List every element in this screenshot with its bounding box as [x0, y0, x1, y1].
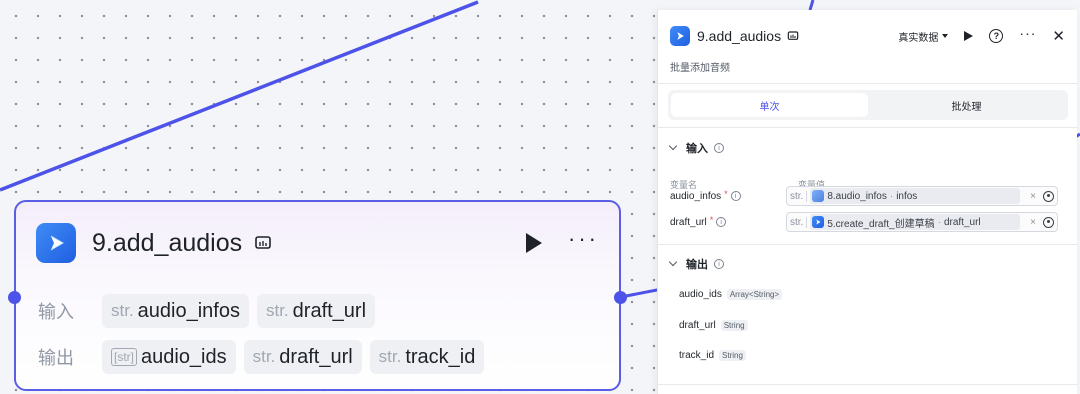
divider [658, 127, 1077, 128]
input-field-row: audio_infos * i str. 8.audio_infos · info… [670, 186, 1058, 206]
outputs-label: 输出 [38, 348, 74, 368]
info-icon: i [730, 191, 741, 201]
close-icon[interactable]: ✕ [1052, 27, 1065, 45]
data-mode-label: 真实数据 [898, 32, 939, 44]
ref-var: draft_url [943, 216, 981, 228]
node-outputs-row: 输出 [str] audio_ids str. draft_url str. t… [38, 340, 485, 374]
test-tube-icon [255, 236, 271, 249]
output-section-title: 输出 [686, 259, 708, 271]
ref-separator: · [937, 216, 941, 228]
play-logo-icon [36, 223, 76, 263]
output-section-header[interactable]: 输出 i [668, 256, 724, 272]
chip-type: str. [378, 347, 402, 366]
chip-name: audio_ids [141, 345, 227, 368]
caret-down-icon [942, 34, 949, 38]
output-port[interactable] [614, 291, 627, 304]
output-field-row: track_id String [679, 350, 746, 361]
chip-type: str. [111, 301, 134, 320]
incoming-connection-line [0, 0, 479, 192]
chip-name: track_id [405, 345, 476, 368]
output-field-row: audio_ids Array<String> [679, 289, 783, 300]
output-type-badge: String [719, 350, 746, 361]
run-icon[interactable] [964, 31, 974, 41]
target-icon[interactable] [1043, 190, 1054, 202]
tab-batch[interactable]: 批处理 [868, 93, 1065, 117]
test-tube-icon [787, 31, 799, 40]
chip-name: draft_url [292, 299, 367, 322]
input-chip: str. draft_url [256, 294, 376, 328]
chip-type: [str] [111, 348, 137, 366]
help-icon[interactable]: ? [989, 29, 1004, 43]
variable-reference[interactable]: 5.create_draft_创建草稿 · draft_url [810, 214, 1021, 230]
chevron-down-icon [668, 257, 678, 267]
inputs-label: 输入 [38, 302, 74, 322]
node-detail-panel: 9.add_audios 真实数据 ? ··· ✕ 批量添加音频 单次 批处理 … [657, 10, 1077, 394]
data-mode-dropdown[interactable]: 真实数据 [898, 29, 949, 44]
clear-icon[interactable]: × [1030, 217, 1036, 228]
output-name: draft_url [679, 320, 716, 331]
input-port[interactable] [8, 291, 21, 304]
reference-value-field[interactable]: str. 5.create_draft_创建草稿 · draft_url × [786, 212, 1058, 232]
play-logo-icon [670, 26, 690, 46]
ref-node: 8.audio_infos [827, 190, 887, 202]
chevron-down-icon [668, 141, 678, 151]
field-label: audio_infos * i [670, 189, 786, 202]
divider [658, 244, 1077, 245]
workflow-node-add-audios[interactable]: 9.add_audios ··· 输入 str. audio_infos str… [8, 200, 627, 391]
reference-value-field[interactable]: str. 8.audio_infos · infos × [786, 186, 1058, 206]
output-field-row: draft_url String [679, 320, 748, 331]
chip-name: audio_infos [137, 299, 240, 322]
panel-title: 9.add_audios [697, 28, 782, 44]
node-inputs-row: 输入 str. audio_infos str. draft_url [38, 294, 376, 328]
field-name: draft_url [670, 216, 707, 228]
play-icon[interactable] [526, 233, 543, 253]
play-logo-icon [812, 216, 825, 228]
type-label: str. [790, 190, 808, 202]
panel-header: 9.add_audios 真实数据 ? ··· ✕ [670, 24, 1065, 48]
divider [658, 83, 1077, 84]
info-icon: i [716, 217, 727, 227]
required-mark: * [709, 215, 714, 225]
target-icon[interactable] [1043, 216, 1054, 228]
field-label: draft_url * i [670, 215, 786, 228]
image-node-icon [812, 190, 825, 202]
more-icon[interactable]: ··· [1019, 25, 1036, 41]
node-header: 9.add_audios ··· [36, 222, 599, 264]
input-section-title: 输入 [686, 143, 708, 155]
info-icon: i [714, 143, 724, 153]
run-mode-tabs: 单次 批处理 [668, 90, 1068, 120]
type-label: str. [790, 216, 808, 228]
ref-node: 5.create_draft_创建草稿 [827, 218, 935, 230]
output-chip: [str] audio_ids [102, 340, 236, 374]
chip-name: draft_url [279, 345, 353, 368]
input-section-header[interactable]: 输入 i [668, 140, 724, 156]
ref-separator: · [889, 190, 894, 202]
required-mark: * [724, 189, 728, 199]
input-chip: str. audio_infos [102, 294, 249, 328]
output-name: audio_ids [679, 289, 722, 300]
incoming-connection-line-2 [808, 0, 815, 11]
output-name: track_id [679, 350, 715, 361]
panel-description: 批量添加音频 [670, 63, 730, 74]
chip-type: str. [265, 301, 289, 320]
field-name: audio_infos [670, 190, 722, 202]
divider [658, 384, 1077, 385]
ref-var: infos [896, 190, 918, 202]
variable-reference[interactable]: 8.audio_infos · infos [810, 188, 1021, 204]
output-chip: str. track_id [369, 340, 485, 374]
clear-icon[interactable]: × [1030, 191, 1036, 202]
output-chip: str. draft_url [243, 340, 362, 374]
input-field-row: draft_url * i str. 5.create_draft_创建草稿 · … [670, 212, 1058, 232]
info-icon: i [714, 259, 724, 269]
more-icon[interactable]: ··· [568, 228, 599, 250]
output-type-badge: Array<String> [726, 289, 783, 300]
node-title: 9.add_audios [92, 228, 243, 257]
tab-single[interactable]: 单次 [671, 93, 868, 117]
chip-type: str. [252, 347, 276, 366]
output-type-badge: String [720, 320, 748, 331]
